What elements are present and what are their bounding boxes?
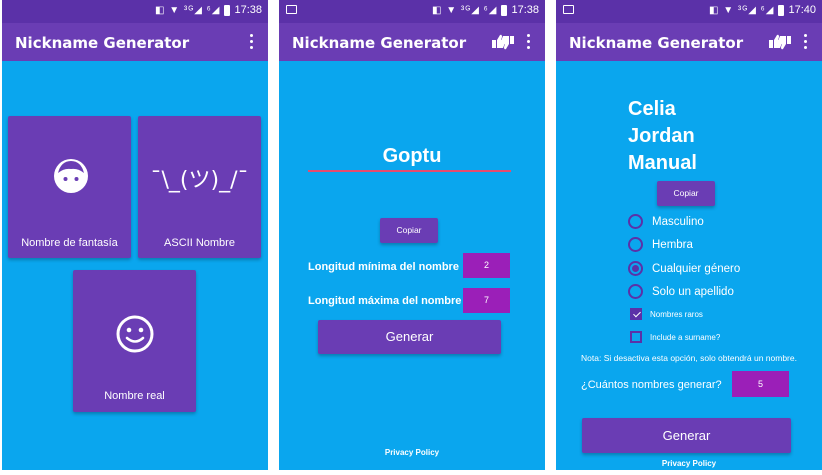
app-title: Nickname Generator — [15, 34, 190, 52]
name-underline — [308, 170, 511, 172]
app-bar: Nickname Generator — [556, 23, 822, 61]
generate-button[interactable]: Generar — [318, 320, 501, 354]
overflow-menu-icon[interactable] — [527, 34, 531, 49]
thumbs-rating-icon[interactable] — [491, 33, 515, 51]
max-length-input[interactable]: 7 — [463, 288, 510, 313]
generated-surname-2: Manual — [628, 152, 697, 174]
generated-name: Goptu — [382, 145, 442, 167]
app-bar: Nickname Generator — [2, 23, 268, 61]
generated-surname-1: Jordan — [628, 125, 695, 147]
min-length-label: Longitud mínima del nombre — [308, 261, 459, 273]
radio-icon[interactable] — [628, 237, 643, 252]
checkbox-rare-names[interactable]: Nombres raros — [630, 308, 703, 320]
generate-button[interactable]: Generar — [582, 418, 791, 453]
checkbox-icon[interactable] — [630, 331, 642, 343]
option-label: Masculino — [652, 215, 704, 228]
screen-generator: ◧ ▼ ³ᴳ◢ ⁶◢ 17:38 Nickname Generator Gopt… — [279, 0, 545, 470]
tile-fantasy-label: Nombre de fantasía — [21, 237, 118, 249]
privacy-policy-link[interactable]: Privacy Policy — [279, 448, 545, 457]
signal-icons: ◧ ▼ ³ᴳ◢ ⁶◢ — [432, 4, 498, 16]
tile-fantasy-name[interactable]: Nombre de fantasía — [8, 116, 131, 258]
surname-note: Nota: Si desactiva esta opción, solo obt… — [581, 353, 797, 363]
max-length-label: Longitud máxima del nombre — [308, 295, 462, 307]
status-time: 17:38 — [234, 4, 262, 16]
status-time: 17:38 — [511, 4, 539, 16]
checkbox-checked-icon[interactable] — [630, 308, 642, 320]
generated-name-block: Celia Jordan Manual — [628, 96, 697, 177]
image-notification-icon — [563, 5, 574, 14]
overflow-menu-icon[interactable] — [804, 34, 808, 49]
face-icon — [54, 159, 88, 193]
radio-selected-icon[interactable] — [628, 261, 643, 276]
tile-ascii-label: ASCII Nombre — [164, 237, 235, 249]
copy-button[interactable]: Copiar — [380, 218, 438, 243]
tile-real-label: Nombre real — [104, 390, 165, 402]
overflow-menu-icon[interactable] — [250, 34, 254, 49]
tile-real-name[interactable]: Nombre real — [73, 270, 196, 412]
tile-ascii-name[interactable]: ¯\_(ツ)_/¯ ASCII Nombre — [138, 116, 261, 258]
status-bar: ◧ ▼ ³ᴳ◢ ⁶◢ 17:40 — [556, 0, 822, 23]
battery-icon — [224, 4, 231, 16]
radio-icon[interactable] — [628, 214, 643, 229]
thumbs-rating-icon[interactable] — [768, 33, 792, 51]
image-notification-icon — [286, 5, 297, 14]
signal-icons: ◧ ▼ ³ᴳ◢ ⁶◢ — [155, 4, 221, 16]
count-input[interactable]: 5 — [732, 371, 789, 397]
app-title: Nickname Generator — [292, 34, 467, 52]
status-bar: ◧ ▼ ³ᴳ◢ ⁶◢ 17:38 — [2, 0, 268, 23]
option-label: Solo un apellido — [652, 285, 734, 298]
app-title: Nickname Generator — [569, 34, 744, 52]
status-bar: ◧ ▼ ³ᴳ◢ ⁶◢ 17:38 — [279, 0, 545, 23]
option-male[interactable]: Masculino — [628, 214, 704, 229]
status-time: 17:40 — [788, 4, 816, 16]
signal-icons: ◧ ▼ ³ᴳ◢ ⁶◢ — [709, 4, 775, 16]
checkbox-include-surname[interactable]: Include a surname? — [630, 331, 720, 343]
option-female[interactable]: Hembra — [628, 237, 693, 252]
option-surname-only[interactable]: Solo un apellido — [628, 284, 734, 299]
option-label: Hembra — [652, 238, 693, 251]
radio-icon[interactable] — [628, 284, 643, 299]
screen-home: ◧ ▼ ³ᴳ◢ ⁶◢ 17:38 Nickname Generator Nomb… — [2, 0, 268, 470]
option-label: Cualquier género — [652, 262, 741, 275]
battery-icon — [778, 4, 785, 16]
privacy-policy-link[interactable]: Privacy Policy — [556, 459, 822, 468]
checkbox-label: Nombres raros — [650, 309, 703, 319]
option-any-gender[interactable]: Cualquier género — [628, 261, 740, 276]
app-bar: Nickname Generator — [279, 23, 545, 61]
shrug-icon: ¯\_(ツ)_/¯ — [150, 168, 249, 193]
count-label: ¿Cuántos nombres generar? — [581, 379, 722, 391]
min-length-input[interactable]: 2 — [463, 253, 510, 278]
battery-icon — [501, 4, 508, 16]
smiley-icon — [116, 315, 154, 353]
generated-first-name: Celia — [628, 98, 676, 120]
copy-button[interactable]: Copiar — [657, 181, 715, 206]
checkbox-label: Include a surname? — [650, 332, 721, 342]
screen-real-name: ◧ ▼ ³ᴳ◢ ⁶◢ 17:40 Nickname Generator Celi… — [556, 0, 822, 470]
